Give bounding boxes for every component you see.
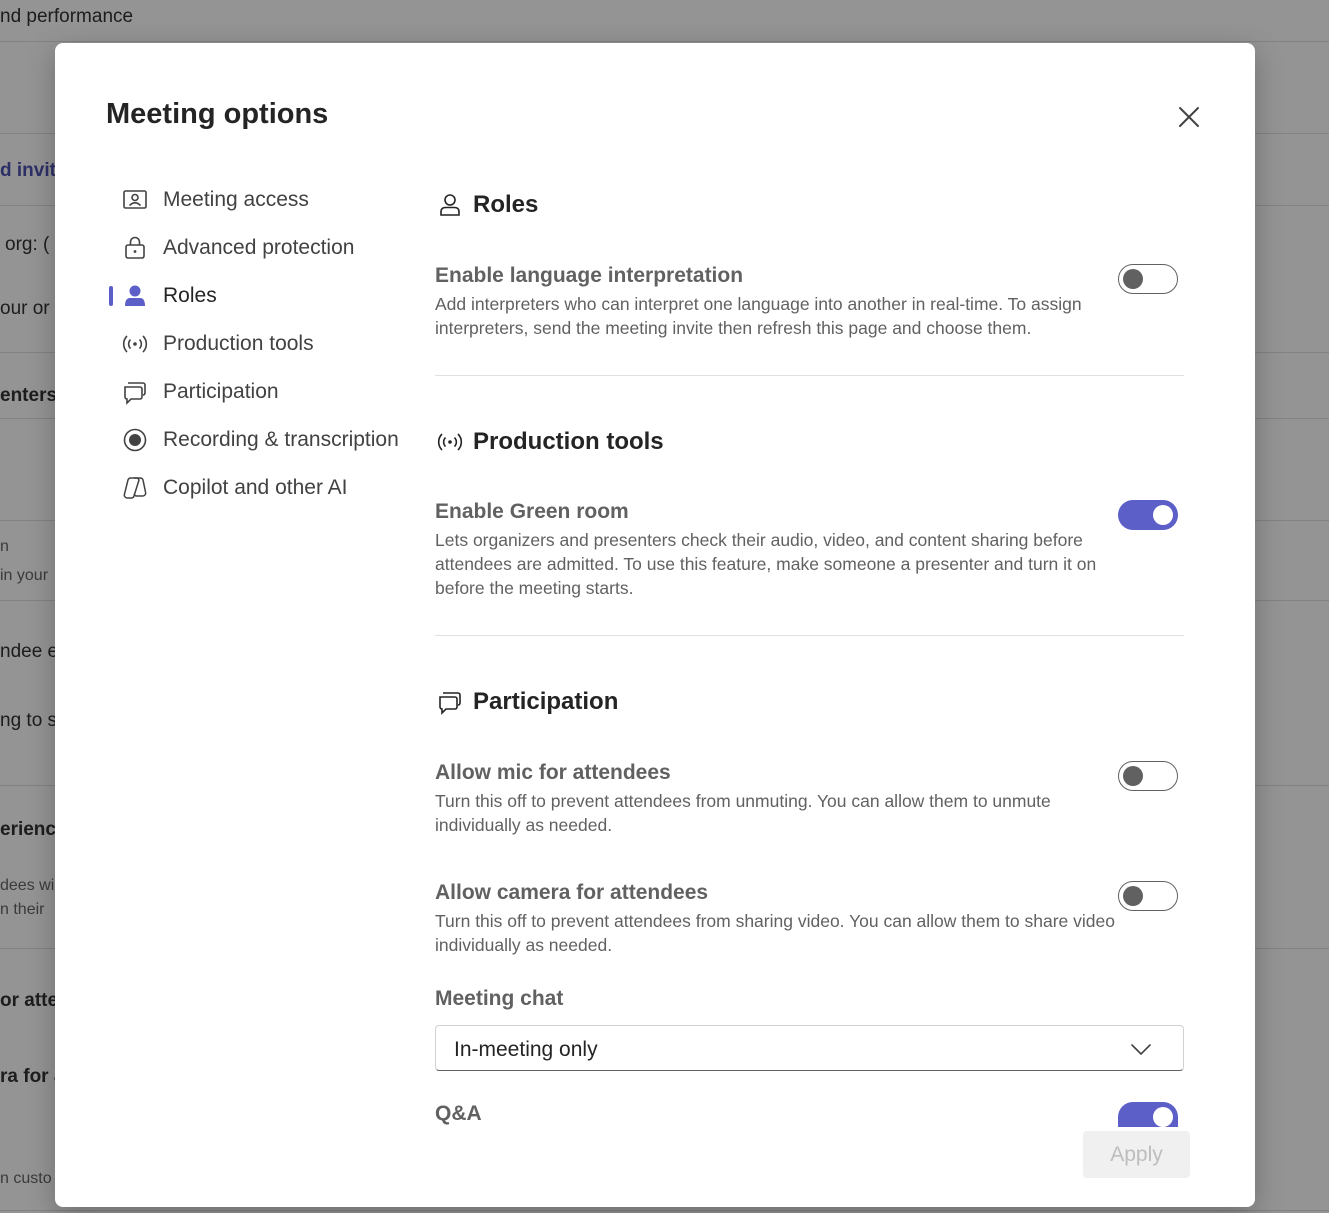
setting-allow-camera: Allow camera for attendees Turn this off…	[435, 881, 1185, 957]
person-icon	[121, 282, 149, 310]
qa-toggle[interactable]	[1118, 1102, 1178, 1127]
language-interpretation-toggle[interactable]	[1118, 264, 1178, 294]
section-divider	[435, 375, 1184, 376]
allow-camera-toggle[interactable]	[1118, 881, 1178, 911]
dropdown-value: In-meeting only	[454, 1038, 598, 1061]
nav-item-label: Roles	[163, 284, 217, 307]
chevron-down-icon	[1129, 1037, 1153, 1061]
dialog-title: Meeting options	[106, 98, 329, 130]
green-room-toggle[interactable]	[1118, 500, 1178, 530]
broadcast-icon	[435, 427, 465, 457]
nav-item-label: Advanced protection	[163, 236, 355, 259]
broadcast-icon	[121, 330, 149, 358]
qa-label: Q&A	[435, 1102, 482, 1125]
section-header-roles: Roles	[435, 190, 538, 220]
setting-description: Turn this off to prevent attendees from …	[435, 791, 1051, 835]
options-nav: Meeting access Advanced protection Roles…	[105, 176, 425, 512]
setting-green-room: Enable Green room Lets organizers and pr…	[435, 500, 1185, 600]
chat-bubbles-icon	[435, 687, 465, 717]
person-outline-icon	[435, 190, 465, 220]
setting-description: Add interpreters who can interpret one l…	[435, 294, 1082, 338]
chat-bubbles-icon	[121, 378, 149, 406]
setting-description: Turn this off to prevent attendees from …	[435, 911, 1115, 955]
section-title: Production tools	[473, 428, 664, 455]
toggle-knob	[1123, 269, 1143, 289]
setting-title: Allow camera for attendees	[435, 881, 709, 904]
setting-description: Lets organizers and presenters check the…	[435, 530, 1097, 598]
lock-icon	[121, 234, 149, 262]
copilot-icon	[121, 474, 149, 502]
meeting-chat-label: Meeting chat	[435, 987, 564, 1010]
section-header-production-tools: Production tools	[435, 427, 664, 457]
person-card-icon	[121, 186, 149, 214]
nav-item-participation[interactable]: Participation	[105, 368, 425, 416]
section-title: Participation	[473, 688, 619, 715]
setting-title: Enable Green room	[435, 500, 629, 523]
section-divider	[435, 635, 1184, 636]
options-content: Roles Enable language interpretation Add…	[435, 43, 1195, 1207]
apply-button[interactable]: Apply	[1083, 1131, 1190, 1178]
setting-title: Enable language interpretation	[435, 264, 744, 287]
nav-item-roles[interactable]: Roles	[105, 272, 425, 320]
toggle-knob	[1153, 1107, 1173, 1127]
nav-item-label: Copilot and other AI	[163, 476, 348, 499]
meeting-options-dialog: Meeting options Meeting access Advanced …	[55, 43, 1255, 1207]
active-indicator	[109, 286, 113, 306]
nav-item-meeting-access[interactable]: Meeting access	[105, 176, 425, 224]
nav-item-label: Participation	[163, 380, 279, 403]
setting-allow-mic: Allow mic for attendees Turn this off to…	[435, 761, 1185, 837]
setting-title: Allow mic for attendees	[435, 761, 671, 784]
nav-item-recording[interactable]: Recording & transcription	[105, 416, 425, 464]
nav-item-production-tools[interactable]: Production tools	[105, 320, 425, 368]
allow-mic-toggle[interactable]	[1118, 761, 1178, 791]
setting-language-interpretation: Enable language interpretation Add inter…	[435, 264, 1185, 340]
nav-item-copilot[interactable]: Copilot and other AI	[105, 464, 425, 512]
section-title: Roles	[473, 191, 539, 218]
nav-item-advanced-protection[interactable]: Advanced protection	[105, 224, 425, 272]
meeting-chat-dropdown[interactable]: In-meeting only	[435, 1025, 1184, 1071]
toggle-knob	[1153, 505, 1173, 525]
nav-item-label: Meeting access	[163, 188, 309, 211]
nav-item-label: Recording & transcription	[163, 428, 399, 451]
toggle-knob	[1123, 886, 1143, 906]
record-icon	[121, 426, 149, 454]
section-header-participation: Participation	[435, 687, 618, 717]
toggle-knob	[1123, 766, 1143, 786]
nav-item-label: Production tools	[163, 332, 314, 355]
